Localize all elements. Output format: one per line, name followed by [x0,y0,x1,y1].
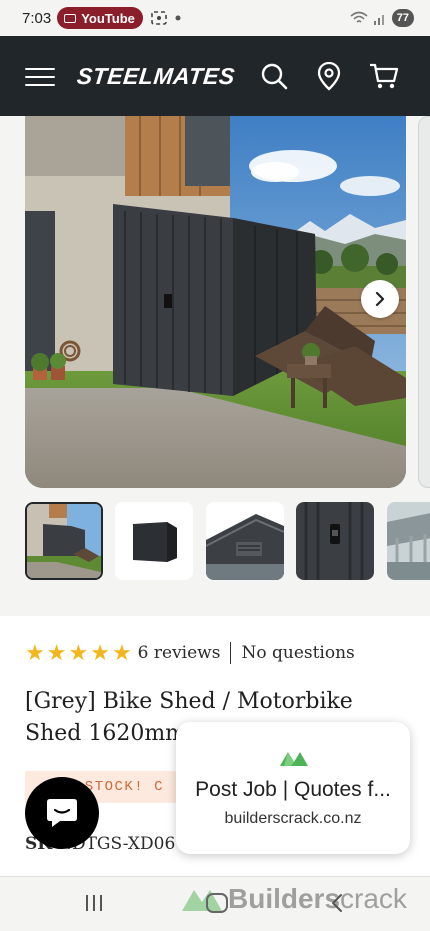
thumbnail-2[interactable] [115,502,193,580]
next-image-button[interactable] [361,280,399,318]
star-icon: ★ [90,640,110,665]
chat-button[interactable] [25,777,99,849]
site-header: STEELMATES [0,36,430,116]
tv-icon [64,13,77,23]
screenshot-icon [151,11,167,25]
location-pin-icon[interactable] [313,60,345,92]
star-icon: ★ [68,640,89,665]
battery-indicator: 77 [391,9,414,27]
status-time: 7:03 [22,9,52,27]
wifi-icon [350,11,368,23]
banner-text: Builderscrack [228,883,407,914]
reviews-link[interactable]: 6 reviews [138,643,221,663]
status-bar: 7:03 YouTube 77 [0,0,430,36]
thumbnail-1[interactable] [25,502,103,580]
rating-row: ★ ★ ★ ★ ★ 6 reviews No questions [25,640,355,666]
star-icon: ★ [25,640,45,665]
status-right: 77 [350,9,414,27]
divider [230,642,232,664]
menu-icon[interactable] [25,68,55,86]
star-rating[interactable]: ★ ★ ★ ★ ★ [25,642,132,664]
cart-icon[interactable] [368,60,400,92]
ad-popup[interactable]: Post Job | Quotes f... builderscrack.co.… [176,722,410,854]
thumbnail-3[interactable] [206,502,284,580]
home-button[interactable] [206,893,228,913]
android-nav-bar: Builderscrack [0,876,430,931]
thumbnail-strip [25,502,430,580]
ad-url: builderscrack.co.nz [224,810,362,827]
status-notifications [151,11,181,25]
site-logo[interactable]: STEELMATES [76,63,237,90]
youtube-label: YouTube [81,10,135,26]
chat-icon [47,799,77,827]
dot-icon [175,15,181,21]
questions-link[interactable]: No questions [241,643,354,663]
thumbnail-4[interactable] [296,502,374,580]
thumbnail-5[interactable] [387,502,430,580]
star-icon: ★ [46,640,67,665]
main-product-image[interactable] [25,116,406,488]
signal-icon [373,15,384,25]
search-icon[interactable] [258,60,290,92]
builderscrack-logo-icon [280,752,308,766]
page: 7:03 YouTube 77 STEELMATES ★ ★ ★ ★ ★ 6 r… [0,0,430,931]
back-icon[interactable] [330,893,344,913]
next-slide-peek [418,116,430,488]
recent-apps-button[interactable] [86,895,102,911]
youtube-pill[interactable]: YouTube [57,7,143,29]
star-icon: ★ [111,640,132,665]
chevron-right-icon [375,291,385,307]
ad-title: Post Job | Quotes f... [195,778,391,801]
product-gallery [0,116,430,616]
